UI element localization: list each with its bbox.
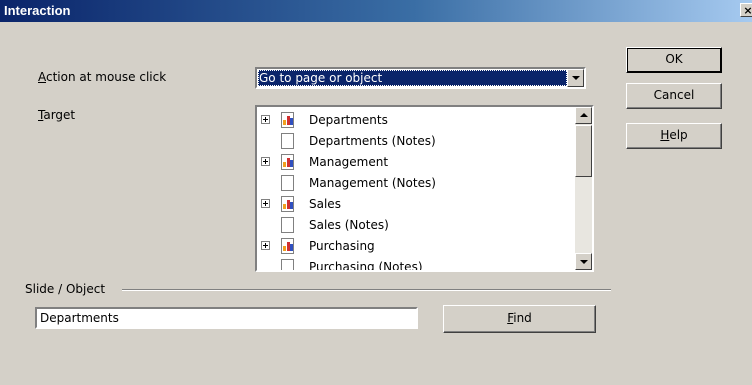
tree-scrollbar[interactable] [575, 107, 592, 270]
target-tree[interactable]: Departments Departments (Notes) Management… [255, 105, 594, 272]
notes-page-icon [281, 259, 294, 270]
notes-page-icon [281, 175, 294, 191]
tree-item-label: Departments (Notes) [309, 134, 436, 148]
slide-icon [281, 196, 294, 212]
chevron-down-icon [580, 260, 588, 264]
scroll-up-button[interactable] [575, 107, 592, 124]
slide-icon-bar [290, 244, 293, 251]
action-dropdown[interactable]: Go to page or object [255, 67, 586, 89]
tree-item-label: Sales (Notes) [309, 218, 389, 232]
action-dropdown-value: Go to page or object [258, 70, 567, 86]
help-accesskey: H [660, 128, 670, 142]
target-label-text: arget [43, 108, 76, 122]
slide-object-input[interactable]: Departments [35, 307, 418, 329]
slide-icon [281, 154, 294, 170]
tree-item[interactable]: Management (Notes) [257, 173, 572, 194]
action-label-text: ction at mouse click [46, 70, 167, 84]
expand-icon[interactable] [261, 157, 270, 166]
expand-icon[interactable] [261, 199, 270, 208]
title-bar: Interaction × [0, 0, 752, 22]
tree-item-label: Purchasing (Notes) [309, 260, 423, 272]
notes-page-icon [281, 133, 294, 149]
ok-button[interactable]: OK [626, 47, 722, 73]
target-label: Target [38, 108, 75, 122]
tree-item-label: Management [309, 155, 389, 169]
scroll-down-button[interactable] [575, 253, 592, 270]
tree-item[interactable]: Departments (Notes) [257, 131, 572, 152]
action-label: Action at mouse click [38, 70, 166, 84]
help-button[interactable]: Help [626, 123, 722, 149]
slide-icon-bar [290, 118, 293, 125]
find-label: ind [513, 311, 532, 325]
section-divider [122, 289, 611, 291]
scroll-thumb[interactable] [575, 125, 592, 177]
chevron-down-icon [572, 76, 580, 80]
close-icon[interactable]: × [740, 3, 752, 17]
slide-icon [281, 238, 294, 254]
slide-icon-bar [290, 160, 293, 167]
tree-item[interactable]: Management [257, 152, 572, 173]
expand-icon[interactable] [261, 241, 270, 250]
dropdown-arrow-button[interactable] [567, 69, 584, 87]
action-label-accesskey: A [38, 70, 46, 84]
tree-item[interactable]: Sales [257, 194, 572, 215]
slide-object-section-label: Slide / Object [25, 282, 106, 296]
tree-item[interactable]: Purchasing (Notes) [257, 257, 572, 272]
tree-item-label: Purchasing [309, 239, 375, 253]
notes-page-icon [281, 217, 294, 233]
tree-item[interactable]: Purchasing [257, 236, 572, 257]
slide-icon [281, 112, 294, 128]
chevron-up-icon [580, 113, 588, 117]
window-title: Interaction [4, 3, 71, 18]
tree-item[interactable]: Departments [257, 110, 572, 131]
find-button[interactable]: Find [443, 305, 596, 333]
tree-item[interactable]: Sales (Notes) [257, 215, 572, 236]
tree-item-label: Departments [309, 113, 388, 127]
expand-icon[interactable] [261, 115, 270, 124]
cancel-button[interactable]: Cancel [626, 83, 722, 109]
slide-icon-bar [290, 202, 293, 209]
help-label: elp [669, 128, 688, 142]
tree-item-label: Management (Notes) [309, 176, 436, 190]
tree-item-label: Sales [309, 197, 341, 211]
